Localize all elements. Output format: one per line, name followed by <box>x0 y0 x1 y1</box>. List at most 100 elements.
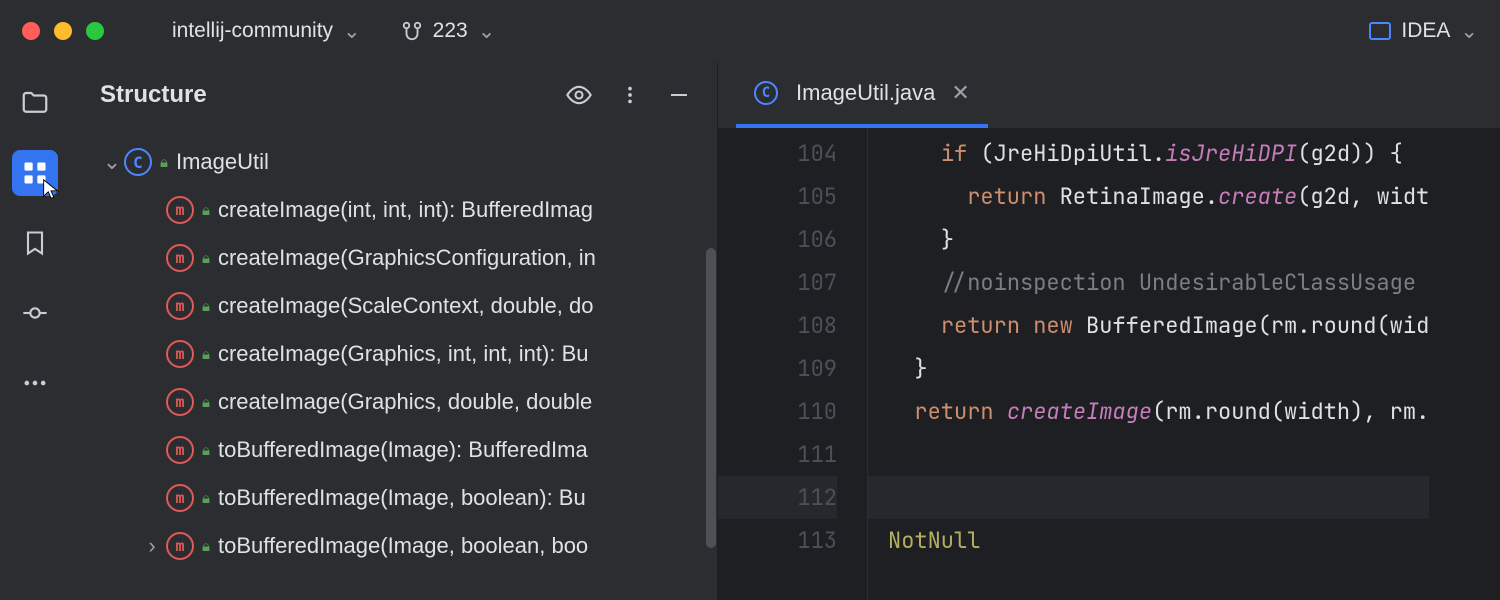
code-line[interactable]: //noinspection UndesirableClassUsage <box>888 261 1429 304</box>
panel-menu-button[interactable] <box>619 81 641 109</box>
code-line[interactable]: return createImage(rm.round(width), rm. <box>888 390 1429 433</box>
panel-title: Structure <box>100 81 565 109</box>
lock-icon: 🔒︎ <box>202 538 210 555</box>
method-icon: m <box>166 436 194 464</box>
method-signature-label: createImage(int, int, int): BufferedImag <box>218 197 593 223</box>
chevron-down-icon[interactable]: ⌄ <box>100 149 124 175</box>
code-line[interactable]: if (JreHiDpiUtil.isJreHiDPI(g2d)) { <box>888 132 1429 175</box>
method-signature-label: toBufferedImage(Image, boolean): Bu <box>218 485 586 511</box>
lock-icon: 🔒︎ <box>202 346 210 363</box>
tree-root-node[interactable]: ⌄ C 🔒︎ ImageUtil <box>70 138 717 186</box>
tree-method-node[interactable]: ›m 🔒︎ toBufferedImage(Image, boolean, bo… <box>70 522 717 570</box>
panel-header: Structure <box>70 62 717 128</box>
lock-icon: 🔒︎ <box>202 394 210 411</box>
minimize-icon <box>667 83 691 107</box>
code-line[interactable]: } <box>888 347 1429 390</box>
chevron-right-icon[interactable]: › <box>138 533 166 559</box>
bookmark-icon <box>21 229 49 257</box>
lock-icon: 🔒︎ <box>202 202 210 219</box>
line-number: 113 <box>718 519 837 562</box>
more-tools-button[interactable] <box>12 360 58 406</box>
product-label: IDEA <box>1401 19 1450 43</box>
chevron-down-icon: ⌄ <box>1460 19 1478 44</box>
tree-method-node[interactable]: m 🔒︎ toBufferedImage(Image): BufferedIma <box>70 426 717 474</box>
bookmarks-tool-button[interactable] <box>12 220 58 266</box>
tree-method-node[interactable]: m 🔒︎ createImage(Graphics, double, doubl… <box>70 378 717 426</box>
tree-method-node[interactable]: m 🔒︎ toBufferedImage(Image, boolean): Bu <box>70 474 717 522</box>
vcs-branch-widget[interactable]: 223 ⌄ <box>401 19 496 44</box>
tree-method-node[interactable]: m 🔒︎ createImage(int, int, int): Buffere… <box>70 186 717 234</box>
editor-tabs: C ImageUtil.java ✕ <box>718 62 1500 128</box>
minimize-window-button[interactable] <box>54 22 72 40</box>
chevron-down-icon: ⌄ <box>343 19 361 44</box>
method-icon: m <box>166 388 194 416</box>
chevron-down-icon: ⌄ <box>478 19 496 44</box>
structure-tool-button[interactable] <box>12 150 58 196</box>
code-content[interactable]: if (JreHiDpiUtil.isJreHiDPI(g2d)) { retu… <box>868 128 1429 600</box>
method-signature-label: createImage(Graphics, double, double <box>218 389 592 415</box>
lock-icon: 🔒︎ <box>202 250 210 267</box>
project-tool-button[interactable] <box>12 80 58 126</box>
line-number: 112 <box>718 476 837 519</box>
line-number: 109 <box>718 347 837 390</box>
code-line[interactable]: NotNull <box>888 519 1429 562</box>
class-name-label: ImageUtil <box>176 149 269 175</box>
method-icon: m <box>166 196 194 224</box>
code-line[interactable]: return new BufferedImage(rm.round(wid <box>888 304 1429 347</box>
method-icon: m <box>166 340 194 368</box>
editor-body[interactable]: 104105106107108109110111112113 if (JreHi… <box>718 128 1500 600</box>
lock-icon: 🔒︎ <box>202 490 210 507</box>
cursor-icon <box>40 178 62 200</box>
product-picker[interactable]: IDEA ⌄ <box>1369 19 1478 44</box>
tree-method-node[interactable]: m 🔒︎ createImage(ScaleContext, double, d… <box>70 282 717 330</box>
method-icon: m <box>166 244 194 272</box>
lock-icon: 🔒︎ <box>160 154 168 171</box>
class-icon: C <box>124 148 152 176</box>
nav-rail <box>0 62 70 600</box>
method-signature-label: createImage(GraphicsConfiguration, in <box>218 245 596 271</box>
zoom-window-button[interactable] <box>86 22 104 40</box>
close-window-button[interactable] <box>22 22 40 40</box>
lock-icon: 🔒︎ <box>202 298 210 315</box>
tab-filename: ImageUtil.java <box>796 80 935 106</box>
code-line[interactable]: return RetinaImage.create(g2d, widt <box>888 175 1429 218</box>
tree-method-node[interactable]: m 🔒︎ createImage(GraphicsConfiguration, … <box>70 234 717 282</box>
line-number: 107 <box>718 261 837 304</box>
commit-icon <box>21 299 49 327</box>
method-signature-label: toBufferedImage(Image): BufferedIma <box>218 437 588 463</box>
line-number: 105 <box>718 175 837 218</box>
editor-area: C ImageUtil.java ✕ 104105106107108109110… <box>718 62 1500 600</box>
kebab-icon <box>619 81 641 109</box>
titlebar: intellij-community ⌄ 223 ⌄ IDEA ⌄ <box>0 0 1500 62</box>
folder-icon <box>20 88 50 118</box>
more-icon <box>21 369 49 397</box>
method-signature-label: toBufferedImage(Image, boolean, boo <box>218 533 588 559</box>
structure-panel: Structure ⌄ C 🔒︎ ImageUtilm 🔒︎ createIma… <box>70 62 718 600</box>
method-icon: m <box>166 292 194 320</box>
minimize-panel-button[interactable] <box>667 83 691 107</box>
line-number: 110 <box>718 390 837 433</box>
editor-tab[interactable]: C ImageUtil.java ✕ <box>736 62 988 128</box>
view-options-button[interactable] <box>565 81 593 109</box>
commit-tool-button[interactable] <box>12 290 58 336</box>
code-line[interactable] <box>888 433 1429 476</box>
eye-icon <box>565 81 593 109</box>
line-number: 111 <box>718 433 837 476</box>
method-icon: m <box>166 532 194 560</box>
branch-icon <box>401 20 423 42</box>
project-name-label: intellij-community <box>172 19 333 43</box>
project-picker[interactable]: intellij-community ⌄ <box>162 13 371 50</box>
code-line[interactable]: } <box>888 218 1429 261</box>
window-controls <box>22 22 104 40</box>
branch-count-label: 223 <box>433 19 468 43</box>
class-icon: C <box>754 81 778 105</box>
lock-icon: 🔒︎ <box>202 442 210 459</box>
structure-tree: ⌄ C 🔒︎ ImageUtilm 🔒︎ createImage(int, in… <box>70 128 717 570</box>
gutter: 104105106107108109110111112113 <box>718 128 868 600</box>
tree-method-node[interactable]: m 🔒︎ createImage(Graphics, int, int, int… <box>70 330 717 378</box>
line-number: 106 <box>718 218 837 261</box>
close-tab-button[interactable]: ✕ <box>951 80 969 106</box>
scrollbar[interactable] <box>706 248 716 548</box>
line-number: 108 <box>718 304 837 347</box>
code-line[interactable] <box>868 476 1429 519</box>
